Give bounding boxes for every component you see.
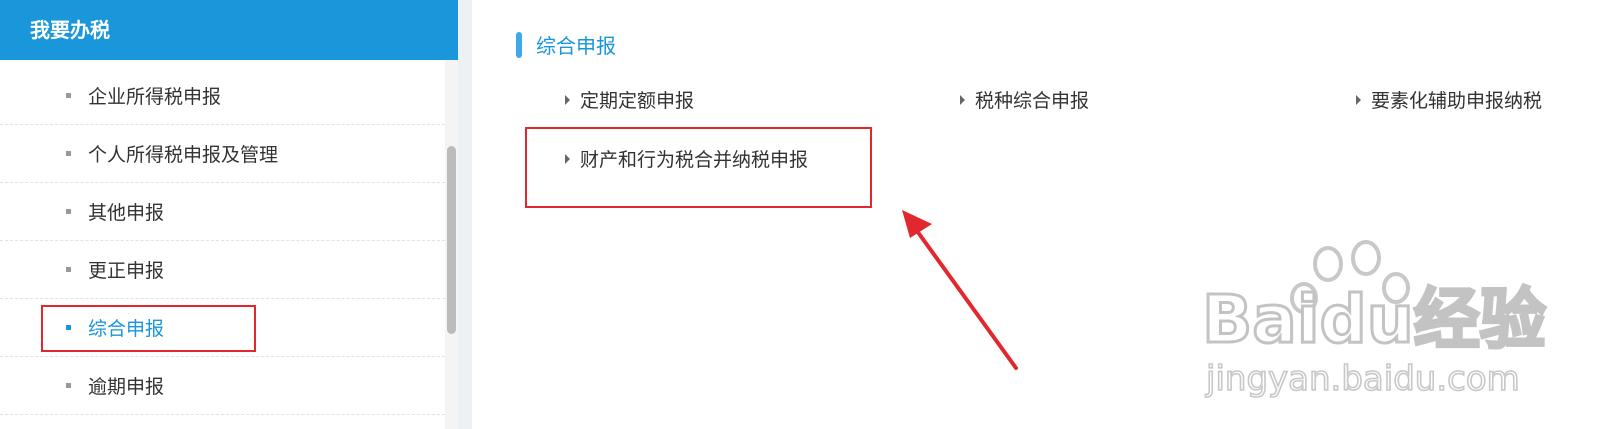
svg-text:jingyan.baidu.com: jingyan.baidu.com <box>1205 359 1520 399</box>
sidebar-menu: 企业所得税申报 个人所得税申报及管理 其他申报 更正申报 综合申报 逾期申报 <box>0 67 445 415</box>
sidebar: 我要办税 企业所得税申报 个人所得税申报及管理 其他申报 更正申报 综合申报 逾… <box>0 0 458 429</box>
sidebar-item-correction-declaration[interactable]: 更正申报 <box>0 241 445 299</box>
sidebar-item-label: 其他申报 <box>88 202 165 224</box>
caret-right-icon <box>960 94 965 105</box>
link-tax-comprehensive-declaration[interactable]: 税种综合申报 <box>960 86 1089 113</box>
annotation-arrow-icon <box>902 210 1018 370</box>
section-title: 综合申报 <box>536 34 616 58</box>
caret-right-icon <box>565 94 570 105</box>
sidebar-item-overdue-declaration[interactable]: 逾期申报 <box>0 357 445 415</box>
caret-right-icon <box>1356 94 1361 105</box>
section-marker <box>516 31 522 58</box>
link-highlight-box <box>525 127 872 208</box>
link-label: 税种综合申报 <box>975 90 1090 112</box>
bullet-icon <box>66 151 71 156</box>
sidebar-item-personal-income-tax[interactable]: 个人所得税申报及管理 <box>0 125 445 183</box>
sidebar-highlight-box <box>41 305 256 352</box>
bullet-icon <box>66 93 71 98</box>
link-label: 要素化辅助申报纳税 <box>1371 90 1543 112</box>
scrollbar-thumb[interactable] <box>447 146 456 334</box>
baidu-jingyan-watermark: Baidu经验 jingyan.baidu.com <box>1201 240 1547 400</box>
link-element-assisted-declaration[interactable]: 要素化辅助申报纳税 <box>1356 86 1542 113</box>
link-label: 定期定额申报 <box>580 90 695 112</box>
sidebar-item-label: 逾期申报 <box>88 376 165 398</box>
bullet-icon <box>66 209 71 214</box>
link-fixed-quota-declaration[interactable]: 定期定额申报 <box>565 86 694 113</box>
sidebar-title: 我要办税 <box>0 0 458 60</box>
sidebar-item-other-declaration[interactable]: 其他申报 <box>0 183 445 241</box>
sidebar-scrollbar[interactable] <box>445 60 458 429</box>
bullet-icon <box>66 267 71 272</box>
section-header: 综合申报 <box>516 30 616 59</box>
bullet-icon <box>66 383 71 388</box>
sidebar-item-corporate-income-tax[interactable]: 企业所得税申报 <box>0 67 445 125</box>
sidebar-item-label: 个人所得税申报及管理 <box>88 144 279 166</box>
sidebar-item-label: 企业所得税申报 <box>88 86 222 108</box>
sidebar-item-label: 更正申报 <box>88 260 165 282</box>
svg-text:Baidu经验: Baidu经验 <box>1202 281 1546 358</box>
